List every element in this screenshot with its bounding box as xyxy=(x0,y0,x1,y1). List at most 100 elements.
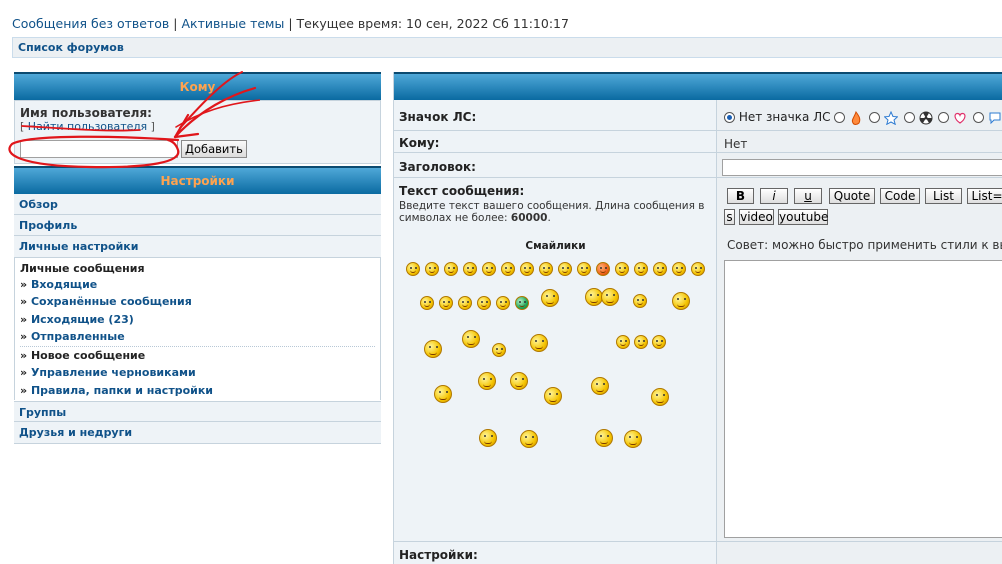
radiation-icon xyxy=(919,111,932,124)
find-user-link[interactable]: Найти пользователя xyxy=(28,120,147,133)
sidebar-item-profile[interactable]: Профиль xyxy=(14,215,381,236)
arrow-icon: » xyxy=(20,349,28,362)
arrow-icon: » xyxy=(20,295,28,308)
smiley-icon[interactable] xyxy=(477,296,491,310)
pm-item-compose[interactable]: » Новое сообщение xyxy=(20,349,145,362)
smiley-icon[interactable] xyxy=(444,262,458,276)
pm-item-saved[interactable]: » Сохранённые сообщения xyxy=(20,295,192,308)
underline-button[interactable]: u xyxy=(794,188,822,204)
bold-button[interactable]: B xyxy=(727,188,754,204)
smiley-icon[interactable] xyxy=(463,262,477,276)
smiley-icon[interactable] xyxy=(615,262,629,276)
smiley-icon[interactable] xyxy=(434,385,452,403)
smiley-icon[interactable] xyxy=(439,296,453,310)
divider xyxy=(20,346,375,347)
compose-form: Значок ЛС: Нет значка ЛС Кому: Нет Загол… xyxy=(393,72,1002,564)
smiley-icon[interactable] xyxy=(651,388,669,406)
smiley-icon[interactable] xyxy=(624,430,642,448)
to-label: Кому: xyxy=(399,136,440,150)
smiley-icon[interactable] xyxy=(406,262,420,276)
smiley-icon[interactable] xyxy=(478,372,496,390)
smiley-icon[interactable] xyxy=(424,340,442,358)
smiley-icon[interactable] xyxy=(634,335,648,349)
sidebar-item-friends[interactable]: Друзья и недруги xyxy=(14,422,381,444)
smiley-icon[interactable] xyxy=(479,429,497,447)
nav-separator: | xyxy=(173,16,178,31)
youtube-button[interactable]: youtube xyxy=(778,209,828,225)
sidebar-item-groups[interactable]: Группы xyxy=(14,401,381,422)
username-input[interactable] xyxy=(20,140,178,158)
settings-header: Настройки xyxy=(14,166,381,194)
smiley-icon[interactable] xyxy=(496,296,510,310)
smiley-icon[interactable] xyxy=(520,430,538,448)
smiley-icon[interactable] xyxy=(482,262,496,276)
ucp-sidebar: Кому Имя пользователя: [ Найти пользоват… xyxy=(14,72,381,444)
radio-star[interactable] xyxy=(869,112,881,123)
fire-icon xyxy=(852,110,861,125)
smiley-icon[interactable] xyxy=(539,262,553,276)
smiley-icon[interactable] xyxy=(492,343,506,357)
smiley-icon[interactable] xyxy=(462,330,480,348)
smiley-icon[interactable] xyxy=(601,288,619,306)
smiley-icon[interactable] xyxy=(515,296,529,310)
to-value: Нет xyxy=(724,137,748,151)
arrow-icon: » xyxy=(20,278,28,291)
message-max-length: 60000 xyxy=(510,212,548,224)
smiley-icon[interactable] xyxy=(591,377,609,395)
radio-radiation[interactable] xyxy=(903,112,915,123)
smiley-icon[interactable] xyxy=(672,262,686,276)
private-messages-menu: Личные сообщения » Входящие » Сохранённы… xyxy=(14,258,381,400)
smiley-icon[interactable] xyxy=(544,387,562,405)
subject-input[interactable] xyxy=(722,159,1002,176)
smiley-icon[interactable] xyxy=(652,335,666,349)
subject-label: Заголовок: xyxy=(399,160,476,174)
radio-fire[interactable] xyxy=(834,112,846,123)
smiley-icon[interactable] xyxy=(420,296,434,310)
smiley-icon[interactable] xyxy=(577,262,591,276)
pm-item-rules[interactable]: » Правила, папки и настройки xyxy=(20,384,213,397)
video-button[interactable]: video xyxy=(739,209,774,225)
smiley-icon[interactable] xyxy=(530,334,548,352)
smiley-icon[interactable] xyxy=(633,294,647,308)
pm-item-drafts[interactable]: » Управление черновиками xyxy=(20,366,196,379)
message-label: Текст сообщения: xyxy=(399,184,525,198)
quote-button[interactable]: Quote xyxy=(829,188,875,204)
speech-bubble-icon xyxy=(989,112,1001,124)
unanswered-posts-link[interactable]: Сообщения без ответов xyxy=(12,16,169,31)
heart-icon xyxy=(954,112,966,124)
pm-item-sent[interactable]: » Отправленные xyxy=(20,330,125,343)
message-textarea[interactable] xyxy=(724,260,1002,538)
pm-item-inbox[interactable]: » Входящие xyxy=(20,278,97,291)
smiley-icon[interactable] xyxy=(595,429,613,447)
smiley-icon[interactable] xyxy=(634,262,648,276)
list-ordered-button[interactable]: List= xyxy=(967,188,1002,204)
to-header: Кому xyxy=(14,72,381,100)
smiley-icon[interactable] xyxy=(672,292,690,310)
radio-speech[interactable] xyxy=(972,112,984,123)
list-button[interactable]: List xyxy=(925,188,962,204)
code-button[interactable]: Code xyxy=(880,188,920,204)
italic-button[interactable]: i xyxy=(760,188,788,204)
pm-item-outbox[interactable]: » Исходящие (23) xyxy=(20,313,134,326)
strike-button[interactable]: s xyxy=(724,209,735,225)
smileys-title: Смайлики xyxy=(525,240,586,252)
smiley-icon[interactable] xyxy=(501,262,515,276)
radio-no-icon[interactable] xyxy=(724,112,735,123)
top-nav: Сообщения без ответов | Активные темы | … xyxy=(12,16,569,31)
radio-heart[interactable] xyxy=(938,112,950,123)
sidebar-item-preferences[interactable]: Личные настройки xyxy=(14,236,381,258)
smiley-icon[interactable] xyxy=(458,296,472,310)
forum-index-link[interactable]: Список форумов xyxy=(18,41,124,54)
active-topics-link[interactable]: Активные темы xyxy=(181,16,284,31)
smiley-icon[interactable] xyxy=(691,262,705,276)
add-recipient-button[interactable]: Добавить xyxy=(181,140,247,158)
smiley-icon[interactable] xyxy=(510,372,528,390)
smiley-icon[interactable] xyxy=(520,262,534,276)
sidebar-item-overview[interactable]: Обзор xyxy=(14,194,381,215)
smiley-icon[interactable] xyxy=(653,262,667,276)
smiley-icon[interactable] xyxy=(425,262,439,276)
smiley-icon[interactable] xyxy=(596,262,610,276)
smiley-icon[interactable] xyxy=(558,262,572,276)
smiley-icon[interactable] xyxy=(616,335,630,349)
smiley-icon[interactable] xyxy=(541,289,559,307)
